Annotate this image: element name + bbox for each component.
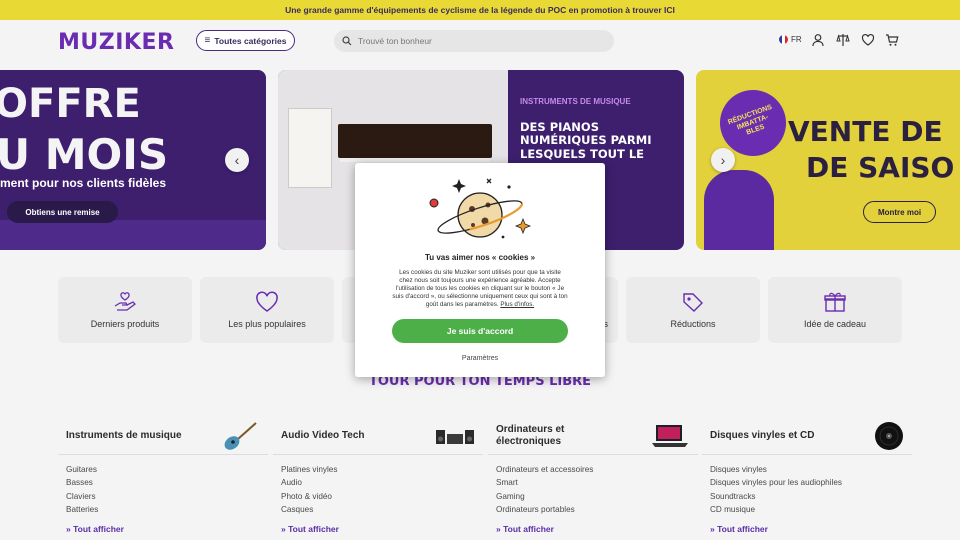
- menu-icon: ≡: [204, 34, 211, 46]
- show-all-label: Tout afficher: [73, 523, 124, 534]
- cookie-modal-title: Tu vas aimer nos « cookies »: [424, 253, 536, 262]
- list-item[interactable]: Gaming: [496, 492, 690, 505]
- list-item[interactable]: Casques: [281, 505, 475, 518]
- show-all-link[interactable]: » Tout afficher: [702, 519, 912, 534]
- list-item[interactable]: Ordinateurs portables: [496, 505, 690, 518]
- category-tile-latest[interactable]: Derniers produits: [58, 277, 192, 343]
- show-me-button[interactable]: Montre moi: [863, 201, 936, 223]
- tag-icon: [683, 293, 703, 312]
- column-vinyl-cd: Disques vinyles et CD Disques vinyles Di…: [702, 417, 912, 534]
- list-item[interactable]: Ordinateurs et accessoires: [496, 465, 690, 478]
- laptop-icon: [652, 424, 688, 447]
- column-title[interactable]: Disques vinyles et CD: [710, 430, 830, 442]
- category-tile-discounts[interactable]: Réductions: [626, 277, 760, 343]
- piano-keys: [340, 158, 490, 162]
- show-all-link[interactable]: » Tout afficher: [273, 519, 483, 534]
- chevron-left-icon: ‹: [234, 152, 240, 168]
- list-item[interactable]: Smart: [496, 478, 690, 491]
- banner-mid-eyebrow: INSTRUMENTS DE MUSIQUE: [520, 97, 631, 106]
- list-item[interactable]: Batteries: [66, 505, 260, 518]
- list-item[interactable]: Audio: [281, 478, 475, 491]
- cookie-planet-illustration: [429, 178, 532, 239]
- accept-cookies-button[interactable]: Je suis d'accord: [392, 319, 568, 343]
- list-item[interactable]: Disques vinyles: [710, 465, 904, 478]
- all-categories-button[interactable]: ≡ Toutes catégories: [196, 30, 295, 51]
- list-item[interactable]: CD musique: [710, 505, 904, 518]
- white-piano-image: [288, 108, 332, 188]
- header: MUZIKER ≡ Toutes catégories Trouvé ton b…: [0, 20, 960, 62]
- chevron-right-icon: ›: [720, 152, 726, 168]
- show-all-label: Tout afficher: [288, 523, 339, 534]
- banner-left-decoration: [0, 220, 266, 250]
- more-info-link[interactable]: Plus d'infos.: [500, 301, 534, 308]
- search-input[interactable]: Trouvé ton bonheur: [334, 30, 614, 52]
- france-flag-icon: [779, 35, 788, 44]
- column-music-instruments: Instruments de musique Guitares Basses C…: [58, 417, 268, 534]
- banner-right-line1: VENTE DE: [788, 115, 943, 148]
- get-discount-button[interactable]: Obtiens une remise: [7, 201, 118, 223]
- search-placeholder: Trouvé ton bonheur: [358, 36, 432, 46]
- piano-image: [338, 124, 492, 158]
- list-item[interactable]: Guitares: [66, 465, 260, 478]
- mascot-illustration: [704, 170, 774, 250]
- show-all-label: Tout afficher: [717, 523, 768, 534]
- promo-bar[interactable]: Une grande gamme d'équipements de cyclis…: [0, 0, 960, 20]
- list-item[interactable]: Soundtracks: [710, 492, 904, 505]
- banner-right-line2: DE SAISO: [806, 151, 955, 184]
- list-item[interactable]: Platines vinyles: [281, 465, 475, 478]
- vinyl-record-icon: [875, 421, 903, 450]
- category-tile-gift-ideas[interactable]: Idée de cadeau: [768, 277, 902, 343]
- heart-icon[interactable]: [861, 33, 875, 47]
- column-title[interactable]: Instruments de musique: [66, 430, 186, 442]
- banner-mid-headline: DES PIANOS NUMÉRIQUES PARMI LESQUELS TOU…: [520, 120, 652, 161]
- language-label: FR: [791, 35, 802, 44]
- heart-icon: [256, 291, 278, 312]
- show-all-link[interactable]: » Tout afficher: [488, 519, 698, 534]
- column-header[interactable]: Audio Video Tech: [273, 417, 483, 455]
- column-header[interactable]: Instruments de musique: [58, 417, 268, 455]
- column-computers: Ordinateurs et électroniques Ordinateurs…: [488, 417, 698, 534]
- column-header[interactable]: Disques vinyles et CD: [702, 417, 912, 455]
- carousel-prev-button[interactable]: ‹: [225, 148, 249, 172]
- compare-icon[interactable]: [836, 33, 850, 47]
- language-selector[interactable]: FR: [779, 35, 802, 44]
- list-item[interactable]: Disques vinyles pour les audiophiles: [710, 478, 904, 491]
- list-item[interactable]: Claviers: [66, 492, 260, 505]
- guitar-icon: [224, 421, 257, 450]
- list-item[interactable]: Photo & vidéo: [281, 492, 475, 505]
- carousel-next-button[interactable]: ›: [711, 148, 735, 172]
- cookie-consent-modal: Tu vas aimer nos « cookies » Les cookies…: [355, 163, 605, 377]
- category-label: Les plus populaires: [228, 319, 306, 329]
- search-icon: [342, 36, 352, 46]
- gift-icon: [824, 292, 846, 312]
- user-icon[interactable]: [811, 33, 825, 47]
- list-item[interactable]: Basses: [66, 478, 260, 491]
- promo-text[interactable]: Une grande gamme d'équipements de cyclis…: [285, 5, 675, 15]
- cookie-modal-text: Les cookies du site Muziker sont utilisé…: [392, 269, 568, 309]
- logo[interactable]: MUZIKER: [58, 30, 174, 55]
- hifi-system-icon: [436, 429, 474, 444]
- banner-season-sale[interactable]: RÉDUCTIONS IMBATTA-BLES VENTE DE DE SAIS…: [696, 70, 960, 250]
- banner-left-subtitle: ment pour nos clients fidèles: [0, 176, 167, 190]
- cookie-settings-link[interactable]: Paramètres: [355, 355, 605, 362]
- column-audio-video: Audio Video Tech Platines vinyles Audio …: [273, 417, 483, 534]
- show-all-link[interactable]: » Tout afficher: [58, 519, 268, 534]
- category-tile-popular[interactable]: Les plus populaires: [200, 277, 334, 343]
- hand-heart-icon: [114, 292, 136, 311]
- column-title[interactable]: Ordinateurs et électroniques: [496, 424, 616, 447]
- category-label: Derniers produits: [90, 319, 160, 329]
- show-all-label: Tout afficher: [503, 523, 554, 534]
- cookie-modal-body: Les cookies du site Muziker sont utilisé…: [392, 269, 568, 309]
- column-header[interactable]: Ordinateurs et électroniques: [488, 417, 698, 455]
- category-label: Idée de cadeau: [803, 319, 867, 329]
- banner-left-line1: OFFRE: [0, 81, 141, 127]
- cart-icon[interactable]: [885, 33, 899, 47]
- banner-left-line2: U MOIS: [0, 130, 169, 179]
- column-title[interactable]: Audio Video Tech: [281, 430, 401, 442]
- category-label: Réductions: [670, 319, 716, 329]
- all-categories-label: Toutes catégories: [214, 35, 287, 46]
